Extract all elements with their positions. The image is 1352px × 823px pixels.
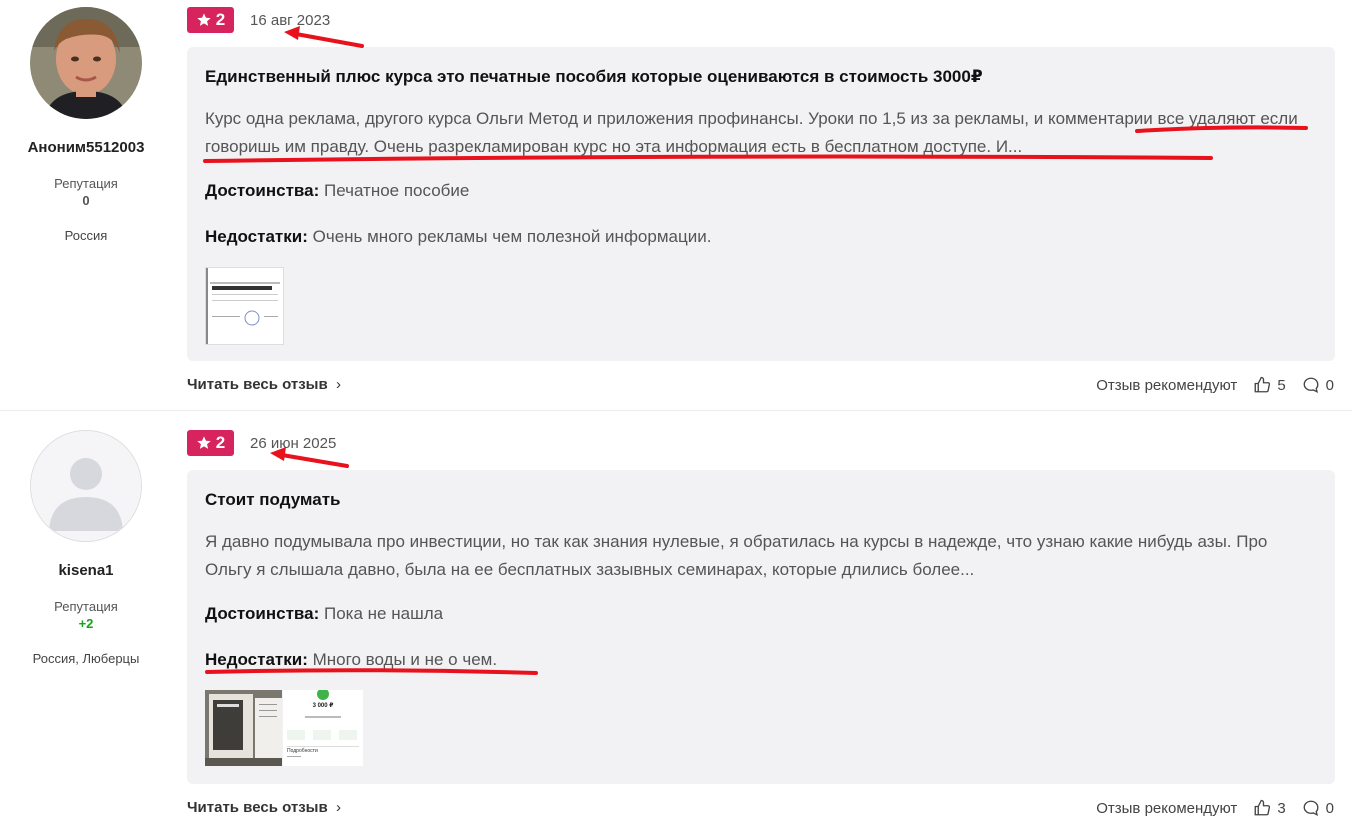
comments-count: 0	[1325, 799, 1334, 817]
review-body: Я давно подумывала про инвестиции, но та…	[205, 532, 1268, 579]
review-card: Аноним5512003 Репутация 0 Россия 2 16 ав…	[0, 0, 1352, 410]
review-title[interactable]: Стоит подумать	[205, 490, 341, 510]
comment-icon[interactable]	[1302, 376, 1320, 394]
review-photo-thumbnail[interactable]	[205, 690, 282, 766]
star-icon	[197, 436, 211, 449]
rating-badge: 2	[187, 7, 234, 33]
cons-label: Недостатки:	[205, 227, 308, 246]
avatar[interactable]	[30, 7, 142, 119]
likes-count: 3	[1277, 799, 1286, 817]
author-name[interactable]: kisena1	[0, 562, 172, 579]
reputation-value: +2	[78, 616, 94, 631]
review-body: Курс одна реклама, другого курса Ольги М…	[205, 109, 1298, 156]
pros-label: Достоинства:	[205, 181, 320, 200]
cons-text: Очень много рекламы чем полезной информа…	[312, 227, 712, 246]
read-more-label: Читать весь отзыв	[187, 376, 328, 393]
rating-value: 2	[215, 10, 226, 29]
review-date: 26 июн 2025	[250, 435, 337, 452]
pros-row: Достоинства: Печатное пособие	[205, 181, 469, 201]
thumbnail-section: Подробности	[287, 748, 318, 754]
rating-badge: 2	[187, 430, 234, 456]
read-more-label: Читать весь отзыв	[187, 799, 328, 816]
cons-row: Недостатки: Очень много рекламы чем поле…	[205, 227, 711, 247]
pros-text: Печатное пособие	[324, 181, 470, 200]
pros-label: Достоинства:	[205, 604, 320, 623]
reputation-label: Репутация	[54, 599, 118, 614]
review-photo-thumbnail[interactable]	[205, 267, 284, 345]
thumbs-up-icon[interactable]	[1253, 376, 1271, 394]
author-location: Россия, Люберцы	[32, 651, 140, 666]
comments-count: 0	[1325, 376, 1334, 394]
rating-value: 2	[215, 433, 226, 452]
likes-count: 5	[1277, 376, 1286, 394]
review-author: Аноним5512003 Репутация 0 Россия	[0, 0, 172, 243]
review-card: kisena1 Репутация +2 Россия, Люберцы 2 2…	[0, 423, 1352, 823]
read-full-review-link[interactable]: Читать весь отзыв ›	[187, 799, 341, 816]
reputation-label: Репутация	[54, 176, 118, 191]
chevron-right-icon: ›	[331, 376, 342, 393]
cons-text: Много воды и не о чем.	[312, 650, 498, 669]
recommend-label: Отзыв рекомендуют	[1096, 799, 1238, 817]
thumbnail-price: 3 000 ₽	[312, 703, 334, 709]
star-icon	[197, 13, 211, 26]
review-photo-thumbnail[interactable]: 3 000 ₽ Подробности	[283, 690, 363, 766]
pros-text: Пока не нашла	[324, 604, 444, 623]
review-date: 16 авг 2023	[250, 12, 331, 29]
review-content: Стоит подумать Я давно подумывала про ин…	[187, 470, 1335, 784]
review-actions: Отзыв рекомендуют 5 0	[1096, 376, 1334, 394]
recommend-label: Отзыв рекомендуют	[1096, 376, 1238, 394]
avatar-placeholder-icon[interactable]	[30, 430, 142, 542]
reputation-value: 0	[82, 193, 90, 208]
cons-label: Недостатки:	[205, 650, 308, 669]
cons-row: Недостатки: Много воды и не о чем.	[205, 650, 497, 670]
review-actions: Отзыв рекомендуют 3 0	[1096, 799, 1334, 817]
read-full-review-link[interactable]: Читать весь отзыв ›	[187, 376, 341, 393]
author-name[interactable]: Аноним5512003	[0, 139, 172, 156]
thumbs-up-icon[interactable]	[1253, 799, 1271, 817]
review-title[interactable]: Единственный плюс курса это печатные пос…	[205, 67, 983, 87]
review-content: Единственный плюс курса это печатные пос…	[187, 47, 1335, 361]
review-divider	[0, 410, 1352, 411]
comment-icon[interactable]	[1302, 799, 1320, 817]
author-location: Россия	[64, 228, 108, 243]
review-author: kisena1 Репутация +2 Россия, Люберцы	[0, 423, 172, 666]
pros-row: Достоинства: Пока не нашла	[205, 604, 443, 624]
chevron-right-icon: ›	[331, 799, 342, 816]
